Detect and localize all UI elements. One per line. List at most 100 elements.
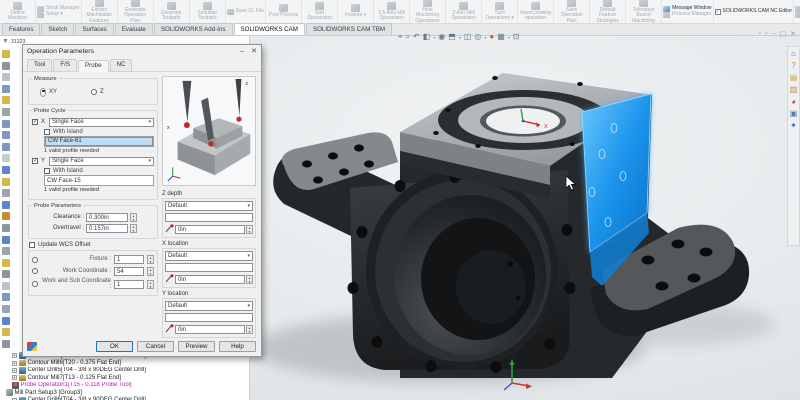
dialog-tab-tool[interactable]: Tool [27, 59, 52, 71]
expand-icon[interactable]: + [12, 368, 17, 373]
edit-appearance-icon[interactable]: ● [489, 32, 494, 42]
tab-features[interactable]: Features [2, 23, 40, 35]
tile-window-icon[interactable]: ▫ [765, 30, 767, 38]
location-value-input[interactable] [165, 313, 253, 322]
wcs-value-input[interactable]: 1 [114, 255, 144, 264]
feature-tree-item-icon[interactable] [2, 189, 10, 197]
tree-filter-icon[interactable]: ▼ [2, 38, 9, 45]
update-wcs-offset-checkbox[interactable] [29, 242, 35, 248]
feature-tree-item-icon[interactable] [2, 108, 10, 116]
spinner-control[interactable]: ▲▼ [130, 224, 137, 233]
feature-tree-item-icon[interactable] [2, 62, 10, 70]
feature-tree-item-icon[interactable] [2, 166, 10, 174]
feature-tree-item-icon[interactable] [2, 73, 10, 81]
location-offset-input[interactable]: 0in [175, 325, 245, 334]
setup-button[interactable]: Setup ▾ [37, 12, 63, 18]
home-icon[interactable]: ⌂ [789, 49, 799, 59]
wcs-radio-icon[interactable] [32, 268, 38, 274]
expand-icon[interactable]: + [12, 361, 17, 366]
define-machine-button[interactable]: Define Machine [1, 2, 34, 22]
spinner-control[interactable]: ▲▼ [246, 325, 253, 334]
view-orientation-icon[interactable]: ⬒ [448, 32, 456, 42]
view-settings-icon[interactable]: ⊡ [513, 32, 520, 42]
measure-option-xy[interactable]: XY [40, 88, 57, 97]
feature-tree-item-icon[interactable] [2, 259, 10, 267]
spinner-control[interactable]: ▲▼ [147, 280, 154, 289]
tab-solidworks-cam-tbm[interactable]: SOLIDWORKS CAM TBM [306, 23, 392, 35]
dropdown-caret-icon[interactable]: ▾ [433, 35, 435, 40]
3d-model-part[interactable]: X [250, 36, 800, 400]
default-feature-strategies-button[interactable]: Default Feature Strategies [591, 0, 624, 24]
feature-tree-item-icon[interactable] [2, 154, 10, 162]
insert-probing-operation-button[interactable]: Insert probing operation [519, 2, 552, 22]
tree-item[interactable]: +Contour Mill7[T13 - 0.125 Flat End] [0, 374, 249, 381]
publish-edrawings-button[interactable]: Publish eDrawings [795, 12, 800, 18]
location-preset-select[interactable]: Default▾ [165, 201, 253, 211]
face-mode-select[interactable]: Single Face▾ [49, 157, 154, 166]
axis-x-checkbox[interactable]: ✓ [32, 119, 38, 125]
with-island-checkbox[interactable] [44, 129, 50, 135]
tree-item[interactable]: Probe Operation1[T15 - 0.118 Probe Tool] [0, 382, 249, 389]
save-operation-plan-button[interactable]: Save Operation Plan [555, 0, 588, 24]
wcs-radio-icon[interactable] [32, 257, 38, 263]
face-listbox[interactable]: CW Face-15 [44, 175, 154, 186]
feature-tree-item-icon[interactable] [2, 282, 10, 290]
hide-show-items-icon[interactable]: ◎ [474, 32, 481, 42]
tree-item[interactable]: +Center Drill5[T04 - 3/8 x 90DEG Center … [0, 367, 249, 374]
feature-tree-item-icon[interactable] [2, 96, 10, 104]
face-mode-select[interactable]: Single Face▾ [49, 118, 154, 127]
spinner-control[interactable]: ▲▼ [147, 267, 154, 276]
location-value-input[interactable] [165, 213, 253, 222]
tab-solidworks-add-ins[interactable]: SOLIDWORKS Add-Ins [154, 23, 233, 35]
post-process-button[interactable]: Post Process [267, 4, 300, 18]
feature-tree-item-icon[interactable] [2, 212, 10, 220]
with-island-checkbox[interactable] [44, 168, 50, 174]
process-manager-button[interactable]: Process Manager [663, 12, 711, 18]
turn-operations-button[interactable]: Turn Operations ▾ [483, 2, 516, 22]
previous-view-icon[interactable]: ↶ [413, 32, 420, 42]
feature-tree-item-icon[interactable] [2, 317, 10, 325]
preview-button[interactable]: Preview [178, 341, 215, 352]
mill-3-axis-operations-button[interactable]: 3 Axis Mill Operations [447, 2, 480, 22]
dialog-tab-f-s[interactable]: F/S [53, 59, 77, 71]
tab-surfaces[interactable]: Surfaces [75, 23, 113, 35]
close-icon[interactable]: ✕ [790, 30, 796, 38]
location-offset-input[interactable]: 0in [175, 225, 245, 234]
feature-tree-item-icon[interactable] [2, 270, 10, 278]
appearances-icon[interactable]: ◕ [789, 97, 799, 107]
section-view-icon[interactable]: ◧ [423, 32, 431, 42]
tab-solidworks-cam[interactable]: SOLIDWORKS CAM [234, 23, 305, 35]
expand-icon[interactable]: + [12, 353, 17, 358]
feature-tree-item-icon[interactable] [2, 131, 10, 139]
feature-tree-item-icon[interactable] [2, 201, 10, 209]
clearance-input[interactable]: 0.300in [86, 213, 128, 222]
dialog-titlebar[interactable]: Operation Parameters – ✕ [23, 45, 261, 58]
location-preset-select[interactable]: Default▾ [165, 251, 253, 261]
dropdown-caret-icon[interactable]: ▾ [508, 35, 510, 40]
feature-tree-item-icon[interactable] [2, 224, 10, 232]
tree-item[interactable]: +Center Drill6[T04 - 3/8 x 90DEG Center … [0, 396, 249, 400]
sort-operations-button[interactable]: Sort Operations [303, 2, 336, 22]
spinner-control[interactable]: ▲▼ [147, 255, 154, 264]
feature-tree-item-icon[interactable] [2, 50, 10, 58]
extract-machinable-features-button[interactable]: Extract Machinable Features [83, 0, 116, 24]
design-library-icon[interactable]: ▤ [789, 73, 799, 83]
save-cl-file-button[interactable]: Save CL File [227, 9, 264, 15]
mill-25-axis-operations-button[interactable]: 2.5 Axis Mill Operations [375, 2, 408, 22]
feature-button[interactable]: Feature ▾ [339, 4, 372, 18]
tree-item[interactable]: +Contour Mill6[T20 - 0.375 Flat End] [0, 359, 249, 366]
feature-tree-item-icon[interactable] [2, 236, 10, 244]
dynamic-annotation-icon[interactable]: ◉ [438, 32, 445, 42]
location-preset-select[interactable]: Default▾ [165, 301, 253, 311]
custom-properties-icon[interactable]: ▣ [789, 109, 799, 119]
restore-icon[interactable]: ▢ [780, 30, 787, 38]
generate-operation-plan-button[interactable]: Generate Operation Plan [119, 0, 152, 24]
dialog-tab-nc[interactable]: NC [110, 59, 133, 71]
spinner-control[interactable]: ▲▼ [130, 213, 137, 222]
file-explorer-icon[interactable]: ▥ [789, 85, 799, 95]
minimize-icon[interactable]: – [772, 30, 776, 38]
expand-icon[interactable]: + [12, 375, 17, 380]
radio-icon[interactable] [91, 89, 97, 95]
dialog-close-icon[interactable]: ✕ [251, 47, 257, 55]
apply-scene-icon[interactable]: ▦ [497, 32, 505, 42]
